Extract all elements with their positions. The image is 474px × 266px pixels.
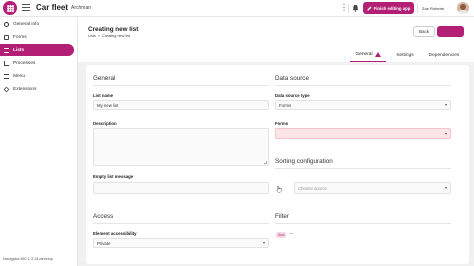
- sidebar-item-extensions[interactable]: Extensions: [0, 83, 74, 95]
- section-general-title: General: [93, 75, 116, 82]
- forms-icon: [4, 34, 9, 40]
- empty-message-input[interactable]: [93, 182, 269, 194]
- warning-icon: [374, 52, 381, 57]
- divider: [275, 168, 451, 169]
- divider: [275, 223, 451, 224]
- grid-icon: [6, 4, 14, 12]
- divider: [348, 4, 349, 13]
- avatar[interactable]: [457, 2, 469, 14]
- breadcrumb-separator: >: [97, 34, 101, 38]
- sidebar-item-label: Menu: [13, 73, 25, 79]
- edit-icon: [367, 6, 372, 10]
- page-title: Creating new list: [88, 26, 139, 33]
- connector-line: [289, 233, 293, 234]
- tab-settings[interactable]: Settings: [390, 48, 420, 62]
- bell-icon[interactable]: [352, 4, 359, 12]
- lists-icon: [4, 47, 9, 53]
- app-logo[interactable]: [3, 1, 17, 15]
- tab-label: Settings: [396, 52, 414, 58]
- sidebar: General info Forms Lists Processes Menu …: [0, 17, 78, 266]
- section-sorting-title: Sorting configuration: [275, 158, 333, 165]
- main-content: Creating new list Lists > Creating new l…: [78, 17, 474, 266]
- sorting-source-placeholder: Choose source: [298, 185, 327, 191]
- more-options-icon[interactable]: ⋮: [340, 3, 348, 12]
- element-accessibility-label: Element accessibility: [93, 231, 137, 236]
- forms-label: Forms: [275, 121, 289, 126]
- sidebar-item-label: Extensions: [13, 86, 37, 92]
- user-name[interactable]: Zoe Roberts: [422, 6, 444, 11]
- sidebar-item-label: General info: [13, 21, 40, 27]
- list-name-label: List name: [93, 93, 114, 98]
- sidebar-item-processes[interactable]: Processes: [0, 57, 74, 69]
- resize-handle-icon[interactable]: [264, 161, 267, 164]
- divider: [93, 223, 269, 224]
- tab-label: Dependencies: [428, 52, 460, 58]
- back-button[interactable]: Back: [413, 26, 435, 37]
- sidebar-item-menu[interactable]: Menu: [0, 70, 74, 82]
- page-header: Creating new list Lists > Creating new l…: [78, 17, 474, 62]
- element-accessibility-select[interactable]: Private: [93, 238, 269, 248]
- sorting-source-select[interactable]: Choose source: [294, 182, 451, 194]
- divider: [93, 85, 269, 86]
- sidebar-item-label: Forms: [13, 34, 27, 40]
- sidebar-item-label: Processes: [13, 60, 36, 66]
- element-accessibility-value: Private: [97, 240, 111, 246]
- tab-dependencies[interactable]: Dependencies: [424, 48, 464, 62]
- hamburger-menu-icon[interactable]: [22, 4, 30, 11]
- tab-general[interactable]: General: [350, 48, 386, 62]
- sidebar-item-label: Lists: [13, 47, 25, 53]
- filter-and-chip[interactable]: And: [276, 232, 287, 238]
- divider: [65, 3, 66, 13]
- sidebar-item-general-info[interactable]: General info: [0, 18, 74, 30]
- top-bar: Car fleet Archman ⋮ Finish editing app Z…: [0, 0, 474, 17]
- divider: [417, 4, 418, 13]
- description-label: Description: [93, 121, 117, 126]
- list-name-input[interactable]: My new list: [93, 100, 269, 110]
- empty-message-label: Empty list message: [93, 174, 134, 179]
- sidebar-item-forms[interactable]: Forms: [0, 31, 74, 43]
- data-source-type-value: Forms: [279, 102, 292, 108]
- version-footer: Navigator:360 1.3.13-develop: [3, 257, 53, 261]
- app-title: Car fleet: [36, 3, 69, 12]
- section-access-title: Access: [93, 213, 114, 220]
- description-textarea[interactable]: [93, 128, 269, 166]
- chevron-down-icon: [263, 242, 265, 244]
- breadcrumb-lists[interactable]: Lists: [88, 34, 96, 38]
- data-source-type-label: Data source type: [275, 93, 310, 98]
- sidebar-item-lists[interactable]: Lists: [0, 44, 74, 56]
- info-icon: [4, 21, 9, 27]
- data-source-type-select[interactable]: Forms: [275, 100, 451, 110]
- app-subtitle: Archman: [71, 5, 92, 11]
- tab-label: General: [355, 52, 373, 57]
- form-card: General List name My new list Descriptio…: [86, 65, 469, 264]
- chevron-down-icon: [445, 104, 447, 106]
- section-data-source-title: Data source: [275, 75, 309, 82]
- forms-select[interactable]: [275, 128, 451, 139]
- pointer-cursor-icon: [276, 185, 282, 193]
- breadcrumb-current: Creating new list: [102, 34, 131, 38]
- divider: [275, 85, 451, 86]
- extensions-icon: [3, 86, 10, 92]
- finish-editing-button[interactable]: Finish editing app: [363, 2, 414, 14]
- chevron-down-icon: [445, 132, 447, 135]
- processes-icon: [4, 60, 9, 66]
- breadcrumb: Lists > Creating new list: [88, 34, 130, 38]
- section-filter-title: Filter: [275, 213, 289, 220]
- finish-editing-label: Finish editing app: [373, 5, 411, 11]
- tabs: General Settings Dependencies: [78, 48, 474, 62]
- save-button[interactable]: [437, 26, 464, 37]
- menu-icon: [4, 73, 9, 79]
- list-name-value: My new list: [97, 102, 119, 108]
- chevron-down-icon: [445, 187, 447, 189]
